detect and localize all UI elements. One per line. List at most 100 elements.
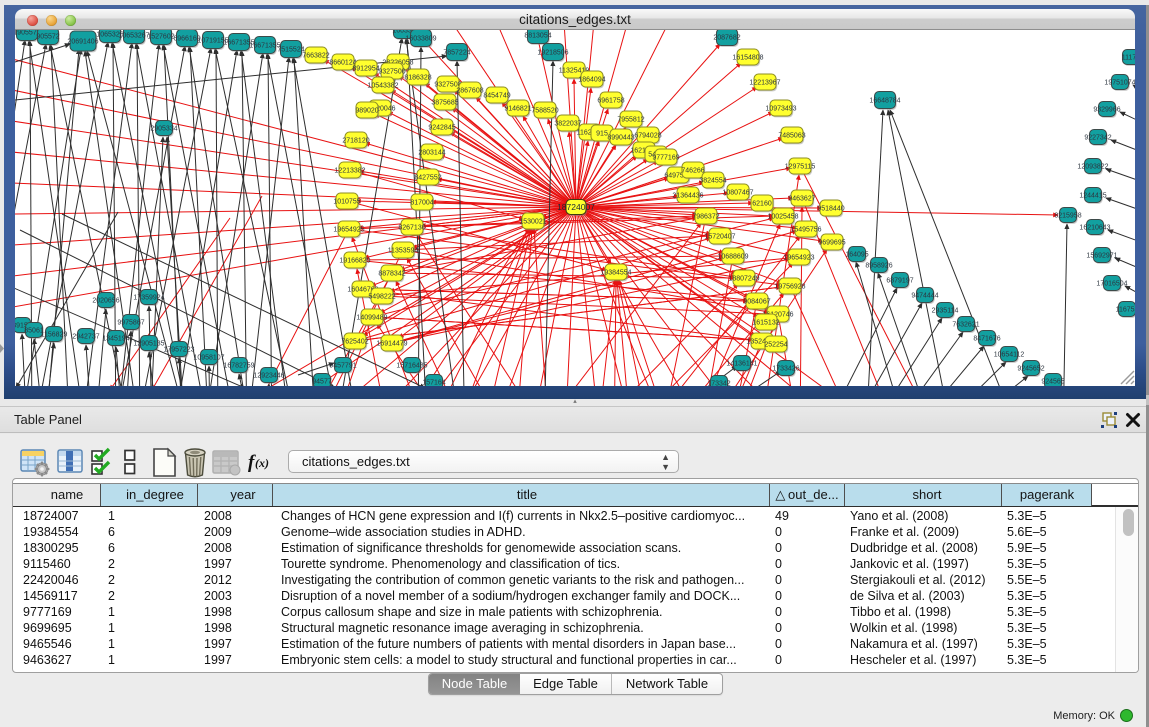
svg-text:8215958: 8215958 xyxy=(1054,212,1081,219)
svg-text:15720407: 15720407 xyxy=(704,233,735,240)
svg-text:2087682: 2087682 xyxy=(713,34,740,41)
svg-text:8813054: 8813054 xyxy=(524,32,551,39)
svg-text:1345194: 1345194 xyxy=(102,335,129,342)
svg-text:1530021: 1530021 xyxy=(519,218,546,225)
svg-text:5498222: 5498222 xyxy=(368,293,395,300)
svg-text:19756928: 19756928 xyxy=(774,283,805,290)
svg-text:2718120: 2718120 xyxy=(342,137,369,144)
svg-text:2942737: 2942737 xyxy=(72,333,99,340)
svg-text:17016504: 17016504 xyxy=(1096,280,1127,287)
svg-text:19654925: 19654925 xyxy=(333,226,364,233)
svg-text:1864094: 1864094 xyxy=(578,76,605,83)
svg-text:164095: 164095 xyxy=(845,251,868,258)
svg-text:2905334: 2905334 xyxy=(150,125,177,132)
svg-text:8454749: 8454749 xyxy=(483,92,510,99)
svg-text:8878342: 8878342 xyxy=(378,270,405,277)
svg-text:14136141: 14136141 xyxy=(726,360,757,367)
svg-text:9327500: 9327500 xyxy=(378,68,405,75)
svg-text:7857224: 7857224 xyxy=(443,49,470,56)
svg-text:9084067: 9084067 xyxy=(743,298,770,305)
svg-text:16782759: 16782759 xyxy=(223,362,254,369)
svg-text:16033809: 16033809 xyxy=(405,35,436,42)
svg-text:94577: 94577 xyxy=(312,378,332,385)
svg-text:157164: 157164 xyxy=(422,379,445,386)
svg-text:8912954: 8912954 xyxy=(352,65,379,72)
svg-text:19751074: 19751074 xyxy=(1104,79,1135,86)
svg-text:16671355: 16671355 xyxy=(249,42,280,49)
svg-text:915: 915 xyxy=(596,130,608,137)
svg-text:15495756: 15495756 xyxy=(790,226,821,233)
svg-text:1010755: 1010755 xyxy=(333,198,360,205)
svg-text:12923446: 12923446 xyxy=(253,372,284,379)
svg-text:11173: 11173 xyxy=(1122,54,1135,61)
svg-text:7663822: 7663822 xyxy=(302,52,329,59)
svg-text:8990443: 8990443 xyxy=(607,134,634,141)
svg-text:746266: 746266 xyxy=(681,167,704,174)
svg-text:8267130: 8267130 xyxy=(398,224,425,231)
svg-text:19166829: 19166829 xyxy=(339,257,370,264)
svg-text:9474444: 9474444 xyxy=(911,292,938,299)
svg-text:9777169: 9777169 xyxy=(652,154,679,161)
svg-text:18807249: 18807249 xyxy=(728,275,759,282)
svg-text:7625402: 7625402 xyxy=(341,338,368,345)
svg-text:16914479: 16914479 xyxy=(376,340,407,347)
svg-text:1527602: 1527602 xyxy=(147,33,174,40)
svg-text:12093822: 12093822 xyxy=(1077,163,1108,170)
svg-text:2803144: 2803144 xyxy=(418,149,445,156)
svg-text:1244415: 1244415 xyxy=(1079,192,1106,199)
svg-text:2867608: 2867608 xyxy=(456,87,483,94)
svg-text:9227342: 9227342 xyxy=(1084,134,1111,141)
svg-text:8427552: 8427552 xyxy=(414,174,441,181)
svg-text:6794028: 6794028 xyxy=(634,132,661,139)
svg-text:7588520: 7588520 xyxy=(531,107,558,114)
svg-text:16648784: 16648784 xyxy=(869,97,900,104)
svg-text:905572: 905572 xyxy=(36,33,59,40)
svg-text:12213382: 12213382 xyxy=(334,167,365,174)
svg-text:116753: 116753 xyxy=(1116,306,1135,313)
svg-text:15716485: 15716485 xyxy=(396,362,427,369)
svg-text:9975867: 9975867 xyxy=(117,319,144,326)
svg-text:62160: 62160 xyxy=(752,200,772,207)
svg-text:9463627: 9463627 xyxy=(788,195,815,202)
svg-text:989020: 989020 xyxy=(355,107,378,114)
svg-text:1156829: 1156829 xyxy=(41,331,68,338)
svg-text:(x): (x) xyxy=(255,456,269,470)
svg-text:10973493: 10973493 xyxy=(765,105,796,112)
svg-text:11353594: 11353594 xyxy=(388,247,419,254)
svg-text:7485063: 7485063 xyxy=(778,132,805,139)
svg-text:9699695: 9699695 xyxy=(818,239,845,246)
svg-text:9245652: 9245652 xyxy=(1017,365,1044,372)
svg-text:14099489: 14099489 xyxy=(356,314,387,321)
svg-text:17957223: 17957223 xyxy=(163,346,194,353)
svg-text:817004: 817004 xyxy=(410,199,433,206)
svg-text:3822037: 3822037 xyxy=(554,120,581,127)
svg-text:10688609: 10688609 xyxy=(717,253,748,260)
svg-text:7632621: 7632621 xyxy=(952,321,979,328)
svg-text:173342: 173342 xyxy=(707,380,730,386)
svg-text:2020656: 2020656 xyxy=(92,297,119,304)
svg-text:9242845: 9242845 xyxy=(428,124,455,131)
svg-text:1733426: 1733426 xyxy=(772,365,799,372)
svg-text:9518440: 9518440 xyxy=(817,205,844,212)
svg-text:2935114: 2935114 xyxy=(932,307,959,314)
svg-text:252254: 252254 xyxy=(764,341,787,348)
svg-text:15692971: 15692971 xyxy=(1086,252,1117,259)
svg-text:16154808: 16154808 xyxy=(732,54,763,61)
svg-text:10025458: 10025458 xyxy=(767,213,798,220)
svg-text:17359924: 17359924 xyxy=(133,294,164,301)
svg-text:6961758: 6961758 xyxy=(597,97,624,104)
svg-text:9457791: 9457791 xyxy=(329,362,356,369)
svg-text:924565: 924565 xyxy=(1041,378,1064,385)
svg-text:10654112: 10654112 xyxy=(994,351,1025,358)
svg-text:12213967: 12213967 xyxy=(749,79,780,86)
svg-text:19218506: 19218506 xyxy=(537,49,568,56)
svg-text:7515524: 7515524 xyxy=(277,46,304,53)
svg-text:7986372: 7986372 xyxy=(692,213,719,220)
svg-text:1615132: 1615132 xyxy=(752,319,779,326)
svg-text:8186328: 8186328 xyxy=(404,74,431,81)
svg-text:3824554: 3824554 xyxy=(699,177,726,184)
svg-text:6879197: 6879197 xyxy=(886,277,913,284)
svg-text:18724007: 18724007 xyxy=(557,202,595,212)
svg-text:9146821: 9146821 xyxy=(504,105,531,112)
svg-text:19654923: 19654923 xyxy=(783,254,814,261)
